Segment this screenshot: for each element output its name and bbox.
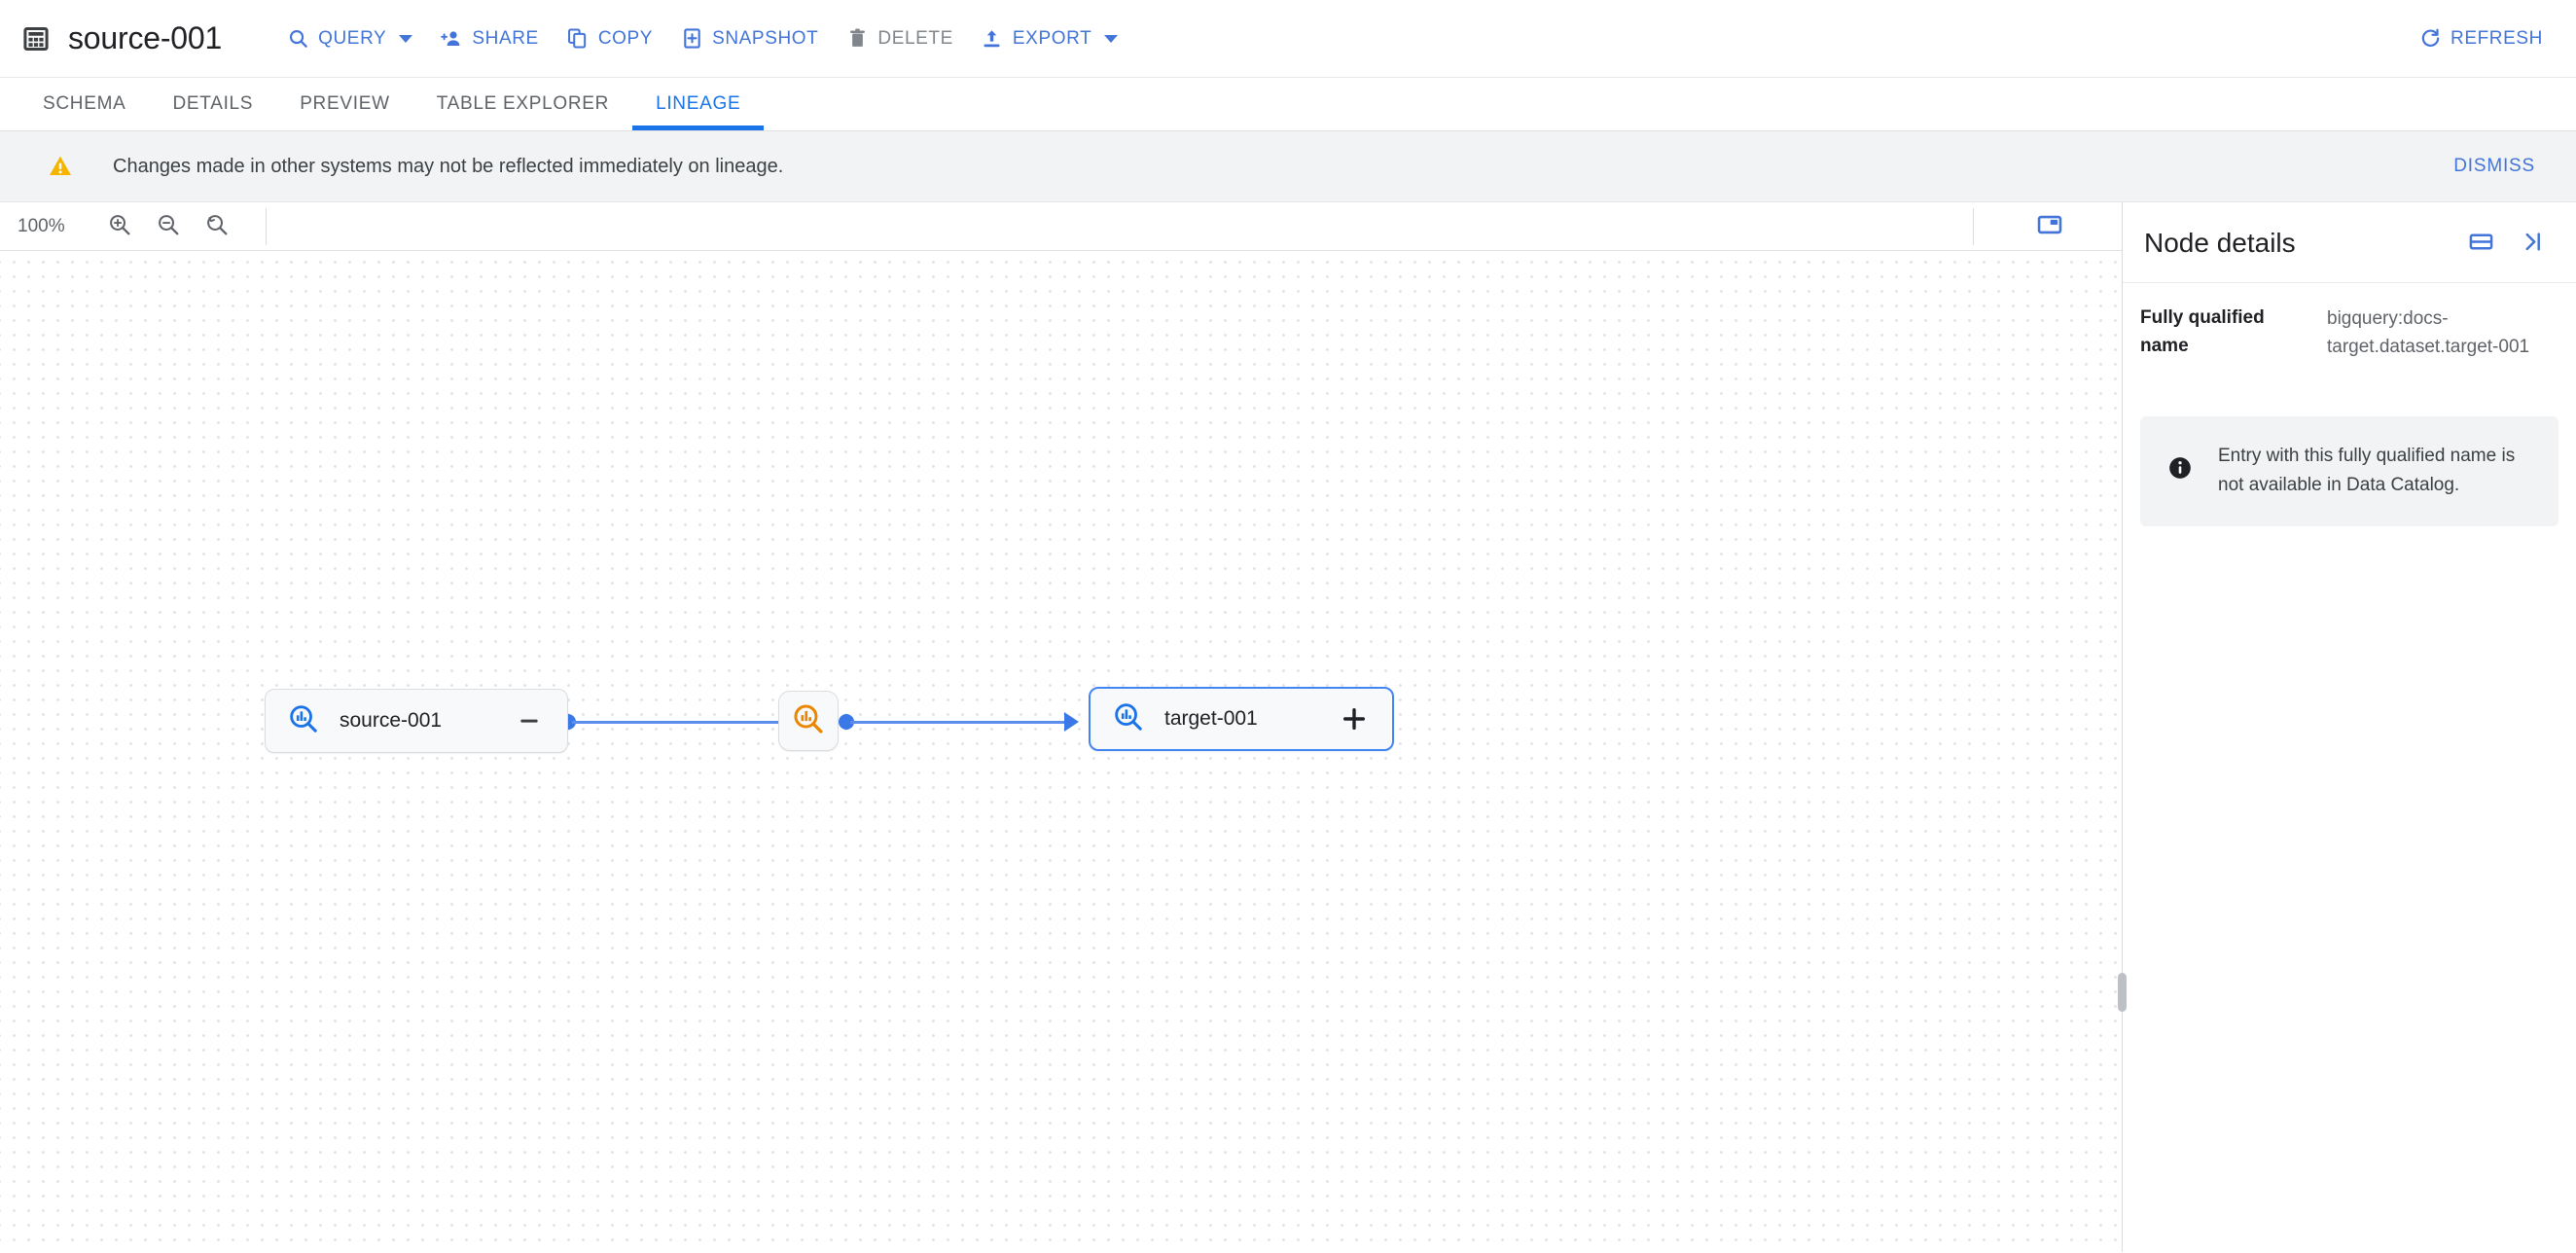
snapshot-button[interactable]: SNAPSHOT <box>666 11 832 67</box>
export-button[interactable]: EXPORT <box>967 11 1131 67</box>
banner-message: Changes made in other systems may not be… <box>113 155 784 177</box>
tab-schema[interactable]: SCHEMA <box>19 78 150 130</box>
share-label: SHARE <box>472 27 539 49</box>
fully-qualified-name-label: Fully qualified name <box>2140 307 2265 356</box>
lineage-notice-banner: Changes made in other systems may not be… <box>0 131 2576 202</box>
delete-button[interactable]: DELETE <box>832 11 967 67</box>
copy-icon <box>566 27 590 51</box>
edge-process-to-target <box>850 721 1072 724</box>
tab-details[interactable]: DETAILS <box>150 78 277 130</box>
zoom-out-button[interactable] <box>147 205 190 248</box>
pane-divider <box>2118 202 2127 1252</box>
table-grid-icon <box>21 24 51 54</box>
data-catalog-info-box: Entry with this fully qualified name is … <box>2140 415 2558 526</box>
pane-resize-handle[interactable] <box>2118 973 2127 1012</box>
node-label-target: target-001 <box>1164 707 1258 730</box>
data-catalog-info-text: Entry with this fully qualified name is … <box>2218 445 2516 496</box>
search-icon <box>286 27 309 51</box>
info-icon <box>2167 455 2193 485</box>
expand-button[interactable] <box>1338 702 1371 735</box>
refresh-icon <box>2418 27 2442 51</box>
split-view-icon <box>2468 229 2494 258</box>
person-add-icon <box>440 27 463 51</box>
node-details-panel: Node details Fully qualified name bigque… <box>2123 202 2576 1252</box>
graph-node-target[interactable]: target-001 <box>1089 687 1394 751</box>
zoom-reset-icon <box>204 212 230 240</box>
top-toolbar: source-001 QUERY SHARE COPY SNAPSHOT DEL… <box>0 0 2576 78</box>
zoom-in-button[interactable] <box>98 205 141 248</box>
refresh-button[interactable]: REFRESH <box>2405 11 2557 67</box>
data-search-icon-blue <box>287 702 320 740</box>
copy-label: COPY <box>597 27 654 49</box>
toolbar-divider <box>1973 207 1974 245</box>
snapshot-icon <box>680 27 703 51</box>
edge-source-to-process <box>572 721 786 724</box>
export-icon <box>981 27 1004 51</box>
lineage-canvas[interactable]: source-001 target-001 <box>0 251 2122 1252</box>
zoom-in-icon <box>107 212 132 240</box>
page-title: source-001 <box>68 20 223 55</box>
collapse-panel-icon <box>2519 229 2545 258</box>
snapshot-label: SNAPSHOT <box>712 27 819 49</box>
node-details-header: Node details <box>2123 202 2576 283</box>
graph-node-process[interactable] <box>778 691 839 751</box>
delete-label: DELETE <box>877 27 953 49</box>
fully-qualified-name-row: Fully qualified name bigquery:docs-targe… <box>2123 283 2576 372</box>
node-details-title: Node details <box>2144 228 2296 258</box>
query-label: QUERY <box>318 27 387 49</box>
edge-arrow-icon <box>1064 712 1079 732</box>
graph-toolbar: 100% <box>0 202 2122 251</box>
collapse-panel-button[interactable] <box>2512 224 2551 263</box>
share-button[interactable]: SHARE <box>426 11 552 67</box>
graph-node-source[interactable]: source-001 <box>265 689 568 753</box>
tab-table-explorer[interactable]: TABLE EXPLORER <box>413 78 632 130</box>
copy-button[interactable]: COPY <box>553 11 666 67</box>
toolbar-divider <box>265 207 267 245</box>
query-button[interactable]: QUERY <box>272 11 426 67</box>
zoom-level-label: 100% <box>18 215 65 236</box>
data-search-icon-blue <box>1112 700 1145 738</box>
tab-preview[interactable]: PREVIEW <box>276 78 413 130</box>
refresh-label: REFRESH <box>2451 27 2543 49</box>
chevron-down-icon <box>399 34 413 43</box>
trash-icon <box>845 27 869 51</box>
export-label: EXPORT <box>1012 27 1092 49</box>
zoom-reset-button[interactable] <box>196 205 238 248</box>
tab-bar: SCHEMA DETAILS PREVIEW TABLE EXPLORER LI… <box>0 78 2576 131</box>
tab-lineage[interactable]: LINEAGE <box>632 78 765 130</box>
data-search-icon-orange <box>791 701 826 741</box>
lineage-graph-pane: 100% source-001 target-001 <box>0 202 2122 1252</box>
dismiss-button[interactable]: DISMISS <box>2442 146 2547 187</box>
node-label-source: source-001 <box>340 709 443 732</box>
chevron-down-icon <box>1104 34 1119 43</box>
minimap-toggle-icon <box>2036 211 2063 241</box>
minimap-toggle-button[interactable] <box>2028 205 2071 248</box>
split-view-button[interactable] <box>2461 224 2500 263</box>
warning-triangle-icon <box>47 153 74 180</box>
zoom-out-icon <box>156 212 181 240</box>
fully-qualified-name-value: bigquery:docs-target.dataset.target-001 <box>2327 308 2530 358</box>
main-content: 100% source-001 target-001 Node details … <box>0 202 2576 1252</box>
collapse-button[interactable] <box>513 704 546 737</box>
